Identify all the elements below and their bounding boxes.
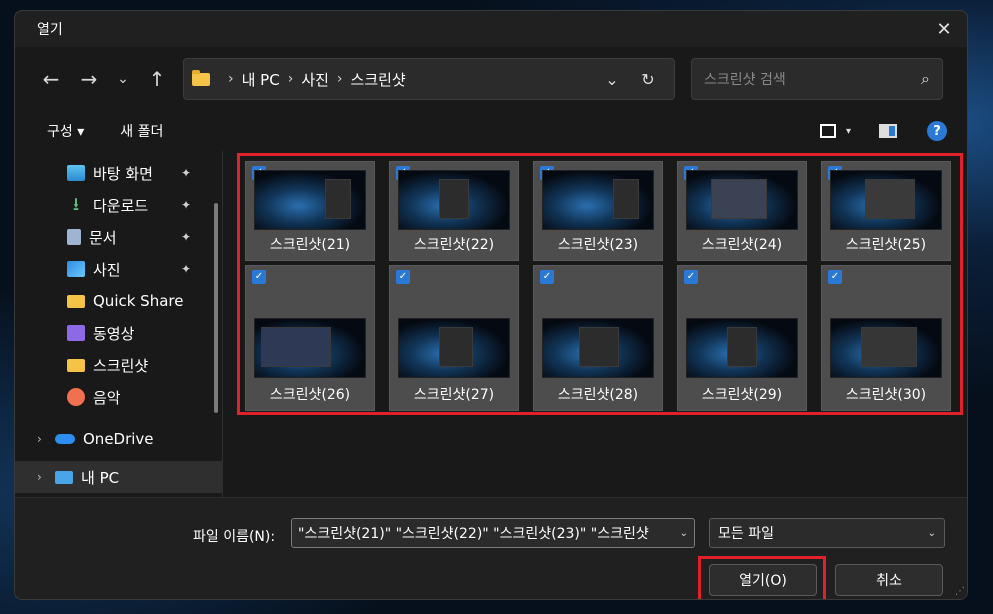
- desktop-icon: [67, 165, 85, 181]
- navigation-bar: ← → ⌄ ↑ › 내 PC › 사진 › 스크린샷 ⌄ ↻ 스크린샷 검색 ⌕: [15, 47, 967, 111]
- filename-label: 파일 이름(N):: [193, 529, 276, 545]
- close-button[interactable]: ✕: [921, 11, 967, 47]
- refresh-icon[interactable]: ↻: [630, 61, 666, 97]
- back-button[interactable]: ←: [35, 63, 67, 95]
- breadcrumb-screenshots[interactable]: 스크린샷: [351, 69, 406, 90]
- up-button[interactable]: ↑: [141, 63, 173, 95]
- chevron-down-icon[interactable]: ⌄: [680, 528, 688, 539]
- sidebar-item-label: 음악: [93, 388, 121, 407]
- pin-icon: ✦: [181, 166, 192, 180]
- breadcrumb-separator: ›: [228, 71, 234, 87]
- breadcrumb-pictures[interactable]: 사진: [301, 69, 329, 90]
- sidebar-item-videos[interactable]: 동영상: [15, 317, 222, 349]
- dialog-title: 열기: [37, 22, 63, 38]
- folder-icon: [192, 69, 210, 86]
- sidebar-item-label: OneDrive: [83, 430, 154, 448]
- file-type-value: 모든 파일: [718, 526, 774, 542]
- sidebar-item-label: 사진: [93, 260, 121, 279]
- view-icon[interactable]: [819, 124, 836, 138]
- file-type-select[interactable]: 모든 파일 ⌄: [709, 518, 945, 548]
- organize-menu[interactable]: 구성 ▾: [47, 121, 84, 141]
- sidebar-item-screenshots[interactable]: 스크린샷: [15, 349, 222, 381]
- sidebar-item-onedrive[interactable]: › OneDrive: [15, 423, 222, 455]
- filename-value: "스크린샷(21)" "스크린샷(22)" "스크린샷(23)" "스크린샷: [298, 526, 649, 542]
- breadcrumb-pc[interactable]: 내 PC: [242, 69, 280, 90]
- title-bar: 열기 ✕: [15, 11, 967, 47]
- breadcrumb-separator: ›: [287, 71, 294, 87]
- dialog-footer: 파일 이름(N): "스크린샷(21)" "스크린샷(22)" "스크린샷(23…: [15, 497, 967, 599]
- resize-grip-icon[interactable]: ⋰: [955, 586, 965, 597]
- chevron-right-icon[interactable]: ›: [37, 470, 55, 484]
- pin-icon: ✦: [181, 198, 192, 212]
- address-dropdown-icon[interactable]: ⌄: [594, 61, 630, 97]
- sidebar-item-label: 내 PC: [81, 468, 120, 487]
- command-bar: 구성 ▾ 새 폴더 ▾ ?: [15, 111, 967, 151]
- sidebar-item-this-pc[interactable]: › 내 PC: [15, 461, 222, 493]
- sidebar-item-music[interactable]: 음악: [15, 381, 222, 413]
- sidebar-scrollbar[interactable]: [214, 203, 218, 413]
- help-icon[interactable]: ?: [927, 121, 947, 141]
- document-icon: [67, 229, 81, 245]
- preview-pane-icon[interactable]: [879, 124, 897, 138]
- cancel-button[interactable]: 취소: [835, 564, 943, 596]
- search-input[interactable]: 스크린샷 검색 ⌕: [691, 58, 943, 100]
- open-button-highlight: [698, 556, 826, 599]
- chevron-down-icon: ⌄: [927, 527, 936, 539]
- pin-icon: ✦: [181, 230, 192, 244]
- music-icon: [67, 388, 85, 406]
- sidebar-item-pictures[interactable]: 사진 ✦: [15, 253, 222, 285]
- sidebar-item-downloads[interactable]: ⭳ 다운로드 ✦: [15, 189, 222, 221]
- sidebar-item-label: Quick Share: [93, 292, 184, 310]
- sidebar-item-documents[interactable]: 문서 ✦: [15, 221, 222, 253]
- breadcrumb-separator: ›: [336, 71, 343, 87]
- search-icon: ⌕: [921, 69, 930, 88]
- download-icon: ⭳: [72, 194, 80, 215]
- sidebar-item-quick-share[interactable]: Quick Share: [15, 285, 222, 317]
- recent-locations-button[interactable]: ⌄: [111, 63, 135, 95]
- file-list: ✓ 스크린샷(21) ✓ 스크린샷(22) ✓ 스크린샷(23) ✓: [223, 151, 967, 497]
- sidebar-item-desktop[interactable]: 바탕 화면 ✦: [15, 157, 222, 189]
- dialog-body: 바탕 화면 ✦ ⭳ 다운로드 ✦ 문서 ✦ 사진 ✦ Quick Share 동…: [15, 151, 967, 497]
- sidebar-item-label: 바탕 화면: [93, 164, 153, 183]
- sidebar-item-label: 문서: [89, 228, 117, 247]
- sidebar-item-label: 스크린샷: [93, 356, 149, 375]
- sidebar-item-label: 다운로드: [93, 196, 149, 215]
- folder-icon: [67, 358, 85, 372]
- filename-input[interactable]: "스크린샷(21)" "스크린샷(22)" "스크린샷(23)" "스크린샷 ⌄: [291, 518, 695, 548]
- sidebar-item-label: 동영상: [93, 324, 135, 343]
- forward-button[interactable]: →: [73, 63, 105, 95]
- pin-icon: ✦: [181, 262, 192, 276]
- pc-icon: [55, 470, 73, 484]
- cloud-icon: [55, 434, 75, 444]
- navigation-pane: 바탕 화면 ✦ ⭳ 다운로드 ✦ 문서 ✦ 사진 ✦ Quick Share 동…: [15, 151, 223, 497]
- address-bar[interactable]: › 내 PC › 사진 › 스크린샷 ⌄ ↻: [183, 58, 675, 100]
- pictures-icon: [67, 261, 85, 277]
- open-file-dialog: 열기 ✕ ← → ⌄ ↑ › 내 PC › 사진 › 스크린샷 ⌄ ↻ 스크린샷…: [14, 10, 968, 600]
- view-options-caret[interactable]: ▾: [846, 126, 851, 137]
- selection-highlight: [237, 153, 963, 415]
- chevron-right-icon[interactable]: ›: [37, 432, 55, 446]
- video-icon: [67, 325, 85, 341]
- new-folder-button[interactable]: 새 폴더: [120, 121, 163, 141]
- search-placeholder: 스크린샷 검색: [704, 72, 786, 88]
- folder-icon: [67, 294, 85, 308]
